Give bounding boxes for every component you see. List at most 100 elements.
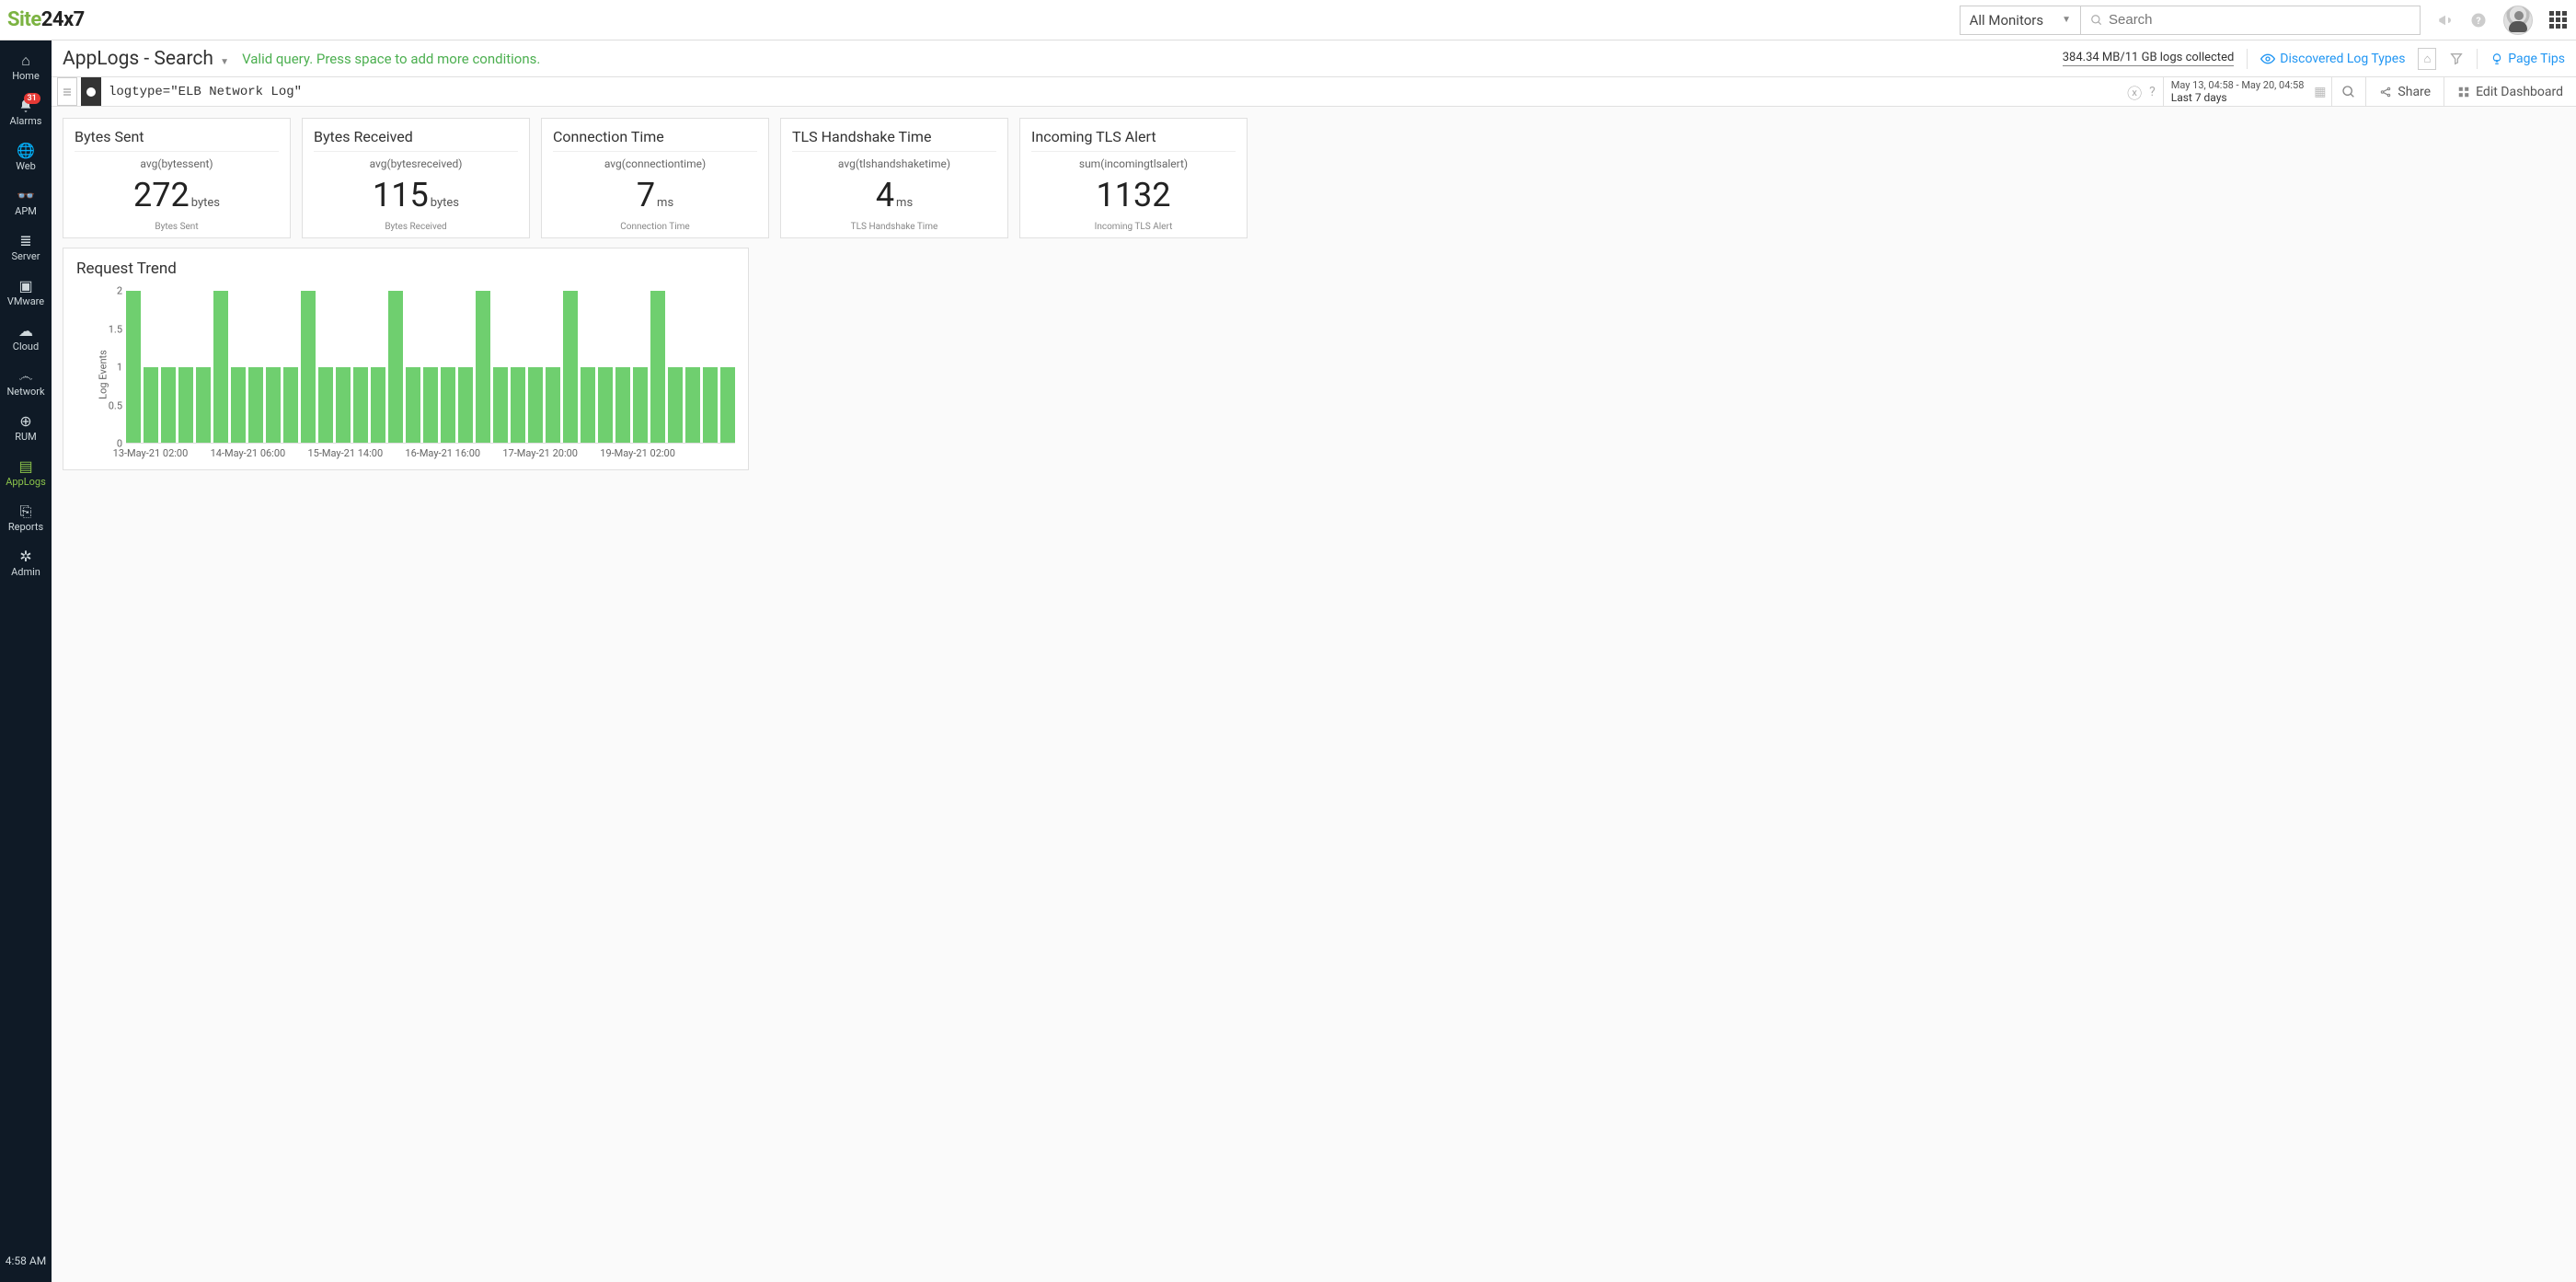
alarms-badge: 31 bbox=[24, 93, 40, 104]
card-unit: ms bbox=[657, 196, 673, 210]
card-value: 7 bbox=[637, 176, 655, 214]
sidebar-item-network[interactable]: ෴Network bbox=[6, 362, 46, 407]
discovered-log-types-link[interactable]: Discovered Log Types bbox=[2260, 52, 2405, 66]
chart-bar bbox=[668, 367, 683, 444]
global-search-input[interactable] bbox=[2109, 12, 2410, 28]
chart-bar bbox=[318, 367, 333, 444]
sidebar-item-server[interactable]: ≣Server bbox=[6, 226, 46, 271]
sidebar-item-alarms[interactable]: Alarms 31 bbox=[6, 91, 46, 136]
sidebar-item-label: Alarms bbox=[10, 115, 42, 127]
card-title: TLS Handshake Time bbox=[792, 128, 996, 152]
user-avatar[interactable] bbox=[2503, 6, 2533, 35]
chart-xtick: 19-May-21 02:00 bbox=[600, 447, 675, 459]
sidebar-item-applogs[interactable]: ▤AppLogs bbox=[6, 452, 46, 497]
chart-ytick: 1.5 bbox=[109, 323, 122, 335]
sidebar-item-admin[interactable]: ✲Admin bbox=[6, 542, 46, 587]
card-footer: Bytes Received bbox=[314, 222, 518, 232]
run-search-button[interactable] bbox=[2332, 77, 2365, 106]
share-button[interactable]: Share bbox=[2365, 77, 2444, 106]
page-tips-link[interactable]: Page Tips bbox=[2490, 52, 2565, 66]
monitor-selector[interactable]: All Monitors ▼ bbox=[1960, 6, 2080, 35]
chart-xtick: 15-May-21 14:00 bbox=[307, 447, 383, 459]
chart-bar bbox=[633, 367, 648, 444]
sidebar-item-cloud[interactable]: ☁Cloud bbox=[6, 317, 46, 362]
home-icon: ⌂ bbox=[21, 53, 30, 68]
page-title: AppLogs - Search ▼ bbox=[63, 48, 229, 70]
query-help-icon[interactable]: ? bbox=[2147, 77, 2163, 106]
card-title: Bytes Received bbox=[314, 128, 518, 152]
chart-bar bbox=[144, 367, 158, 444]
admin-icon: ✲ bbox=[19, 549, 31, 564]
card-subtitle: avg(bytessent) bbox=[75, 157, 279, 170]
sidebar-item-reports[interactable]: ⎘Reports bbox=[6, 497, 46, 542]
chart-bar bbox=[615, 367, 630, 444]
svg-text:?: ? bbox=[2476, 14, 2480, 26]
date-range-line1: May 13, 04:58 - May 20, 04:58 bbox=[2171, 79, 2305, 91]
chart-plot bbox=[126, 291, 735, 444]
chart-xtick: 16-May-21 16:00 bbox=[405, 447, 480, 459]
chart-bar bbox=[353, 367, 368, 444]
stat-cards-row: Bytes Sentavg(bytessent)272bytesBytes Se… bbox=[63, 118, 2565, 238]
date-range-line2: Last 7 days bbox=[2171, 91, 2305, 104]
card-footer: Incoming TLS Alert bbox=[1031, 222, 1236, 232]
card-footer: TLS Handshake Time bbox=[792, 222, 996, 232]
chart-bar bbox=[301, 291, 316, 443]
stat-card: Bytes Receivedavg(bytesreceived)115bytes… bbox=[302, 118, 530, 238]
sidebar-item-home[interactable]: ⌂Home bbox=[6, 46, 46, 91]
filter-funnel-icon[interactable] bbox=[2449, 52, 2464, 66]
search-icon bbox=[2341, 85, 2356, 99]
card-title: Connection Time bbox=[553, 128, 757, 152]
chart-ytick: 1 bbox=[117, 362, 122, 374]
chart-bar bbox=[388, 291, 403, 443]
sidebar-item-rum[interactable]: ⊕RUM bbox=[6, 407, 46, 452]
chart-bar bbox=[563, 291, 578, 443]
card-subtitle: avg(bytesreceived) bbox=[314, 157, 518, 170]
network-icon: ෴ bbox=[18, 369, 32, 384]
stat-card: Connection Timeavg(connectiontime)7msCon… bbox=[541, 118, 769, 238]
chart-bar bbox=[598, 367, 613, 444]
chart-bar bbox=[178, 367, 193, 444]
sidebar-item-apm[interactable]: 👓APM bbox=[6, 181, 46, 226]
global-search[interactable] bbox=[2080, 6, 2421, 35]
chart-bar bbox=[336, 367, 351, 444]
chart-xtick: 17-May-21 20:00 bbox=[502, 447, 578, 459]
chart-bar bbox=[231, 367, 246, 444]
chart-bar bbox=[458, 367, 473, 444]
date-range-picker[interactable]: May 13, 04:58 - May 20, 04:58 Last 7 day… bbox=[2163, 77, 2333, 106]
chart-bar bbox=[720, 367, 735, 444]
chart-bar bbox=[685, 367, 700, 444]
chart-view-toggle[interactable] bbox=[81, 77, 101, 106]
sidebar-item-label: RUM bbox=[15, 431, 37, 443]
applogs-icon: ▤ bbox=[18, 459, 32, 474]
chart-bar bbox=[703, 367, 718, 444]
stat-card: Bytes Sentavg(bytessent)272bytesBytes Se… bbox=[63, 118, 291, 238]
topbar: Site24x7 All Monitors ▼ ? bbox=[0, 0, 2576, 40]
vmware-icon: ▣ bbox=[18, 279, 32, 294]
home-dashboard-icon[interactable]: ⌂ bbox=[2418, 48, 2436, 70]
brand-dark: 24x7 bbox=[41, 8, 85, 31]
query-input[interactable]: logtype="ELB Network Log" bbox=[101, 77, 2122, 106]
chevron-down-icon[interactable]: ▼ bbox=[220, 57, 229, 67]
sidebar-item-web[interactable]: 🌐Web bbox=[6, 136, 46, 181]
chart-bar bbox=[266, 367, 281, 444]
request-trend-card: Request Trend Log Events 00.511.52 13-Ma… bbox=[63, 248, 749, 470]
chart-title: Request Trend bbox=[73, 260, 739, 278]
help-icon[interactable]: ? bbox=[2470, 12, 2487, 29]
list-view-toggle[interactable] bbox=[57, 77, 77, 106]
brand-green: Site bbox=[7, 8, 41, 31]
stat-card: TLS Handshake Timeavg(tlshandshaketime)4… bbox=[780, 118, 1008, 238]
chart-area: Log Events 00.511.52 13-May-21 02:0014-M… bbox=[102, 287, 739, 462]
announcement-icon[interactable] bbox=[2437, 12, 2454, 29]
chart-bar bbox=[650, 291, 665, 443]
card-title: Bytes Sent bbox=[75, 128, 279, 152]
apps-grid-icon[interactable] bbox=[2549, 11, 2567, 29]
chart-bar bbox=[371, 367, 385, 444]
sidebar-clock: 4:58 AM bbox=[6, 1245, 46, 1282]
clear-query-icon[interactable]: ⓧ bbox=[2122, 77, 2147, 106]
chart-ytick: 0.5 bbox=[109, 399, 122, 411]
sidebar-item-label: Cloud bbox=[13, 341, 39, 352]
sidebar-item-vmware[interactable]: ▣VMware bbox=[6, 271, 46, 317]
edit-dashboard-button[interactable]: Edit Dashboard bbox=[2444, 77, 2576, 106]
card-value: 4 bbox=[876, 176, 894, 214]
query-bar: logtype="ELB Network Log" ⓧ ? May 13, 04… bbox=[52, 77, 2576, 107]
